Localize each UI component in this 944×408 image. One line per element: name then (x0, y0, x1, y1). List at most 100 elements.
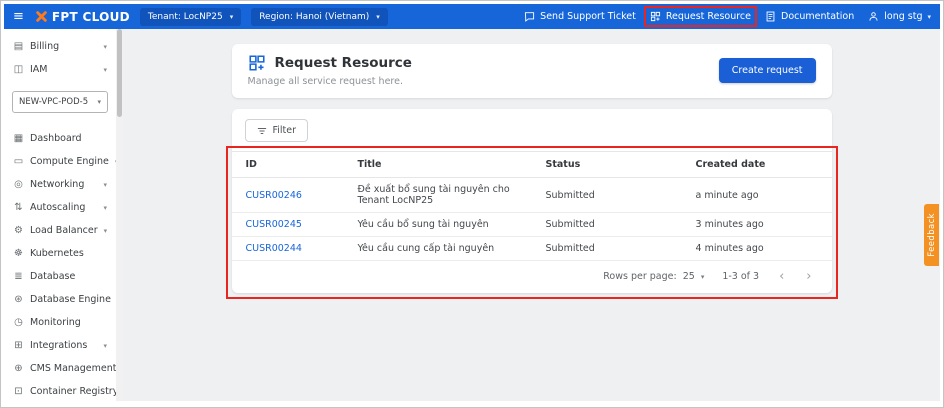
sidebar-item-integrations[interactable]: ⊞ Integrations ▾ (4, 334, 116, 357)
table-row: CUSR00245 Yêu cầu bổ sung tài nguyên Sub… (232, 213, 832, 237)
sidebar-item-label: Monitoring (30, 317, 81, 328)
user-menu[interactable]: long stg ▾ (868, 11, 931, 22)
feedback-tab-label: Feedback (927, 213, 937, 257)
tenant-select[interactable]: Tenant: LocNP25 ▾ (140, 8, 241, 26)
layout: ▤ Billing ▾ ◫ IAM ▾ NEW-VPC-POD-5 ▾ ▦ Da… (4, 29, 940, 401)
brand-logo: FPT CLOUD (36, 10, 130, 24)
tenant-label: Tenant: LocNP25 (148, 12, 223, 22)
autoscaling-icon: ⇅ (13, 202, 24, 213)
request-id-link[interactable]: CUSR00244 (246, 243, 302, 254)
request-id-link[interactable]: CUSR00246 (246, 190, 302, 201)
page-header-card: Request Resource Manage all service requ… (232, 44, 832, 98)
filter-icon (257, 126, 267, 136)
sidebar-item-database-engine[interactable]: ⊛ Database Engine (4, 288, 116, 311)
chevron-down-icon: ▾ (104, 227, 108, 235)
documentation-link[interactable]: Documentation (765, 11, 854, 22)
sidebar-item-cms-management[interactable]: ⊕ CMS Management (4, 357, 116, 380)
region-label: Region: Hanoi (Vietnam) (259, 12, 369, 22)
sidebar-item-dashboard[interactable]: ▦ Dashboard (4, 127, 116, 150)
sidebar-item-kubernetes[interactable]: ☸ Kubernetes (4, 242, 116, 265)
topbar-actions: Send Support Ticket Request Resource Doc… (524, 11, 931, 22)
monitoring-icon: ◷ (13, 317, 24, 328)
main-area: Request Resource Manage all service requ… (123, 29, 940, 401)
request-table-card: Filter ID Title Status Created date (232, 109, 832, 293)
integrations-icon: ⊞ (13, 340, 24, 351)
request-resource-icon (248, 54, 266, 72)
sidebar-item-label: CMS Management (30, 363, 116, 374)
rows-per-page-select[interactable]: Rows per page: 25 ▾ (603, 271, 704, 282)
hamburger-menu-icon[interactable]: ≡ (13, 10, 24, 23)
region-select[interactable]: Region: Hanoi (Vietnam) ▾ (251, 8, 388, 26)
iam-icon: ◫ (13, 64, 24, 75)
filter-button[interactable]: Filter (245, 119, 309, 142)
table-header-row: ID Title Status Created date (232, 152, 832, 178)
column-header-title: Title (348, 152, 536, 178)
feedback-tab[interactable]: Feedback (924, 204, 939, 266)
sidebar-item-label: Database Engine (30, 294, 111, 305)
column-header-status: Status (536, 152, 686, 178)
sidebar-item-label: Autoscaling (30, 202, 85, 213)
database-engine-icon: ⊛ (13, 294, 24, 305)
request-resource-link[interactable]: Request Resource (650, 11, 751, 22)
sidebar-item-label: Kubernetes (30, 248, 84, 259)
sidebar-item-autoscaling[interactable]: ⇅ Autoscaling ▾ (4, 196, 116, 219)
dashboard-icon: ▦ (13, 133, 24, 144)
chevron-down-icon: ▾ (103, 342, 107, 350)
sidebar-scrollbar-thumb[interactable] (117, 29, 122, 117)
cms-management-icon: ⊕ (13, 363, 24, 374)
filter-button-label: Filter (273, 125, 297, 136)
sidebar-item-label: Database (30, 271, 75, 282)
chevron-down-icon: ▾ (103, 204, 107, 212)
send-support-ticket-link[interactable]: Send Support Ticket (524, 11, 636, 22)
sidebar: ▤ Billing ▾ ◫ IAM ▾ NEW-VPC-POD-5 ▾ ▦ Da… (4, 29, 116, 401)
next-page-button[interactable]: › (804, 270, 813, 283)
load-balancer-icon: ⚙ (13, 225, 24, 236)
sidebar-item-database[interactable]: ≣ Database (4, 265, 116, 288)
request-id-link[interactable]: CUSR00245 (246, 219, 302, 230)
sidebar-item-container-registry[interactable]: ⊡ Container Registry (4, 380, 116, 403)
kubernetes-icon: ☸ (13, 248, 24, 259)
vpc-selector[interactable]: NEW-VPC-POD-5 ▾ (12, 91, 108, 113)
prev-page-button[interactable]: ‹ (777, 270, 786, 283)
request-status-cell: Submitted (536, 178, 686, 213)
chevron-down-icon: ▾ (103, 66, 107, 74)
request-title-cell: Đề xuất bổ sung tài nguyên cho Tenant Lo… (348, 178, 536, 213)
create-request-button[interactable]: Create request (719, 58, 816, 83)
page-header-text: Request Resource Manage all service requ… (248, 54, 412, 87)
request-title-cell: Yêu cầu bổ sung tài nguyên (348, 213, 536, 237)
user-name-label: long stg (884, 11, 922, 22)
sidebar-item-billing[interactable]: ▤ Billing ▾ (4, 35, 116, 58)
sidebar-item-compute-engine[interactable]: ▭ Compute Engine ▾ (4, 150, 116, 173)
pagination: Rows per page: 25 ▾ 1-3 of 3 ‹ › (232, 261, 832, 289)
compute-engine-icon: ▭ (13, 156, 24, 167)
sidebar-item-monitoring[interactable]: ◷ Monitoring (4, 311, 116, 334)
sidebar-item-label: Networking (30, 179, 84, 190)
column-header-created-date: Created date (686, 152, 832, 178)
request-created-cell: 3 minutes ago (686, 213, 832, 237)
request-created-cell: 4 minutes ago (686, 237, 832, 261)
pagination-range: 1-3 of 3 (722, 271, 759, 282)
sidebar-item-iam[interactable]: ◫ IAM ▾ (4, 58, 116, 81)
sidebar-item-label: Billing (30, 41, 59, 52)
sidebar-item-load-balancer[interactable]: ⚙ Load Balancer ▾ (4, 219, 116, 242)
sidebar-item-label: Dashboard (30, 133, 82, 144)
column-header-id: ID (232, 152, 348, 178)
page-subtitle: Manage all service request here. (248, 76, 412, 87)
request-title-cell: Yêu cầu cung cấp tài nguyên (348, 237, 536, 261)
chevron-down-icon: ▾ (701, 273, 705, 281)
request-created-cell: a minute ago (686, 178, 832, 213)
document-icon (765, 11, 776, 22)
rows-per-page-label: Rows per page: (603, 271, 676, 282)
chevron-down-icon: ▾ (230, 13, 234, 21)
chevron-down-icon: ▾ (103, 43, 107, 51)
sidebar-scrollbar[interactable] (116, 29, 123, 401)
grid-plus-icon (650, 11, 661, 22)
sidebar-item-label: Integrations (30, 340, 87, 351)
fpt-logo-icon (36, 11, 47, 22)
sidebar-item-networking[interactable]: ◎ Networking ▾ (4, 173, 116, 196)
request-table: ID Title Status Created date CUSR00246 Đ… (232, 151, 832, 261)
table-row: CUSR00246 Đề xuất bổ sung tài nguyên cho… (232, 178, 832, 213)
chat-bubble-icon (524, 11, 535, 22)
request-status-cell: Submitted (536, 237, 686, 261)
documentation-label: Documentation (781, 11, 854, 22)
